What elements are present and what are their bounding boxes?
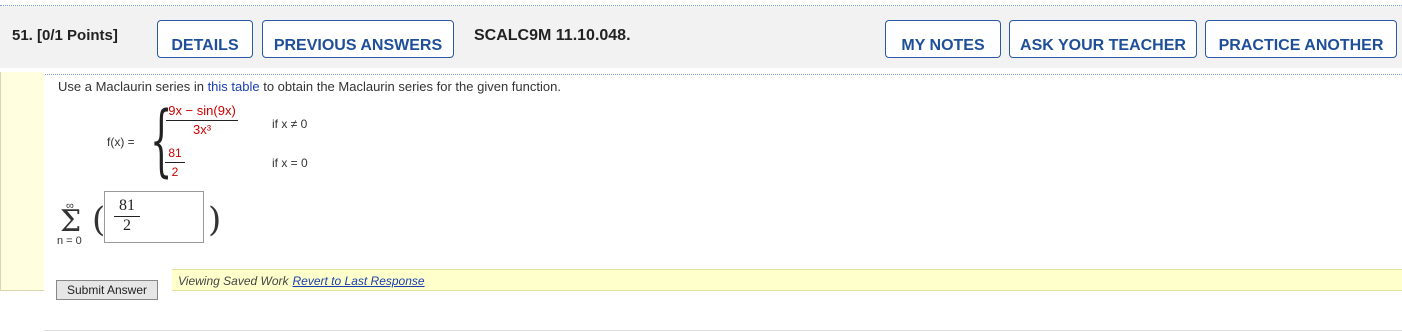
previous-answers-button[interactable]: PREVIOUS ANSWERS [262, 20, 454, 58]
case1-fraction: 9x − sin(9x) 3x³ [166, 103, 238, 137]
case1-numerator: 9x − sin(9x) [166, 103, 238, 121]
answer-denominator: 2 [123, 217, 131, 234]
instruction-after: to obtain the Maclaurin series for the g… [259, 79, 561, 94]
function-lhs: f(x) = [107, 135, 135, 149]
problem-code: SCALC9M 11.10.048. [474, 27, 631, 44]
paren-right: ) [208, 200, 222, 240]
summation-symbol: Σ [60, 204, 82, 239]
practice-another-button[interactable]: PRACTICE ANOTHER [1205, 20, 1397, 58]
case2-numerator: 81 [165, 146, 185, 163]
case2-condition: if x = 0 [272, 156, 308, 170]
case1-condition: if x ≠ 0 [272, 117, 308, 131]
revert-link[interactable]: Revert to Last Response [293, 274, 425, 288]
submit-button[interactable]: Submit Answer [56, 280, 158, 300]
details-button[interactable]: DETAILS [157, 20, 253, 58]
case2-fraction: 81 2 [165, 146, 185, 179]
case2-denominator: 2 [171, 165, 179, 179]
instruction-text: Use a Maclaurin series in this table to … [58, 79, 561, 94]
table-link[interactable]: this table [208, 79, 260, 94]
my-notes-button[interactable]: MY NOTES [885, 20, 1001, 58]
saved-work-bar: Viewing Saved Work Revert to Last Respons… [172, 269, 1402, 291]
status-sidebar [0, 72, 44, 291]
instruction-before: Use a Maclaurin series in [58, 79, 208, 94]
saved-work-text: Viewing Saved Work [178, 274, 289, 288]
answer-fraction: 81 2 [114, 197, 140, 235]
question-number: 51. [0/1 Points] [12, 27, 118, 44]
bottom-divider [44, 330, 1402, 331]
answer-numerator: 81 [114, 197, 140, 217]
sum-lower-limit: n = 0 [57, 235, 82, 247]
ask-teacher-button[interactable]: ASK YOUR TEACHER [1009, 20, 1197, 58]
case1-denominator: 3x³ [192, 122, 212, 137]
question-body [44, 75, 1402, 290]
